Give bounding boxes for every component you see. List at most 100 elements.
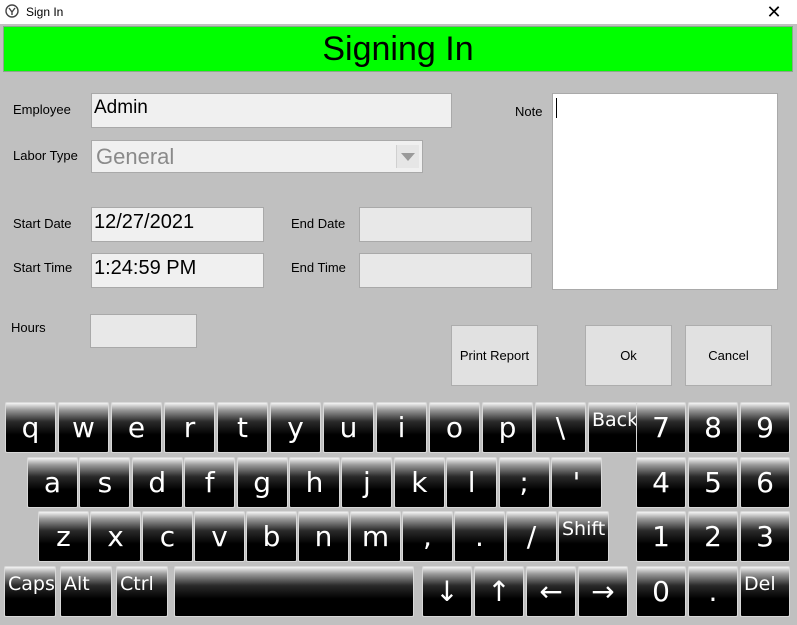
key-g[interactable]: g [236, 457, 288, 508]
ok-button[interactable]: Ok [585, 325, 672, 386]
key-a[interactable]: a [27, 457, 78, 508]
labor-type-label: Labor Type [13, 148, 78, 163]
key-i[interactable]: i [376, 402, 427, 453]
key-m[interactable]: m [350, 511, 401, 562]
app-icon [5, 4, 19, 18]
key-t[interactable]: t [217, 402, 268, 453]
key-1[interactable]: 1 [636, 511, 686, 562]
employee-label: Employee [13, 102, 71, 117]
key-2e[interactable]: . [688, 565, 738, 617]
key-back[interactable]: Back [588, 402, 639, 453]
key-o[interactable]: o [429, 402, 480, 453]
key-2[interactable]: 2 [688, 511, 738, 562]
key-del[interactable]: Del [740, 565, 790, 617]
key-ctrl[interactable]: Ctrl [116, 566, 168, 617]
key-4[interactable]: 4 [636, 456, 686, 508]
key-d[interactable]: d [131, 457, 183, 508]
key-6[interactable]: 6 [740, 456, 790, 508]
key-q[interactable]: q [5, 402, 56, 453]
key-w[interactable]: w [58, 402, 109, 453]
key-2c[interactable]: , [402, 511, 453, 562]
key-label: ' [572, 466, 581, 499]
key-label: 5 [704, 465, 722, 499]
text-caret [556, 98, 557, 118]
key-label: 8 [704, 411, 722, 444]
key-label: f [204, 466, 215, 499]
key-alt[interactable]: Alt [60, 566, 112, 617]
labor-type-select[interactable]: General [91, 140, 423, 173]
key-label: q [21, 411, 40, 444]
key-label: d [148, 466, 167, 499]
key-27[interactable]: ' [551, 457, 602, 508]
key-c[interactable]: c [142, 511, 193, 562]
key-p[interactable]: p [482, 402, 533, 453]
key-label: . [475, 520, 484, 553]
key-caps[interactable]: Caps [4, 566, 56, 617]
key-3[interactable]: 3 [740, 511, 790, 562]
key-label: 2 [704, 520, 722, 553]
key-2e[interactable]: . [454, 511, 505, 562]
cancel-button[interactable]: Cancel [685, 325, 772, 386]
key-2192[interactable]: → [578, 566, 628, 617]
key-label: 4 [652, 465, 670, 499]
key-0[interactable]: 0 [636, 565, 686, 617]
note-textarea[interactable] [552, 93, 778, 290]
key-label: 3 [756, 520, 774, 553]
key-2191[interactable]: ↑ [474, 566, 524, 617]
key-9[interactable]: 9 [740, 402, 790, 453]
key-v[interactable]: v [194, 511, 245, 562]
key-z[interactable]: z [38, 511, 89, 562]
key-n[interactable]: n [298, 511, 349, 562]
key-l[interactable]: l [446, 457, 498, 508]
key-e[interactable]: e [111, 402, 162, 453]
key-h[interactable]: h [289, 457, 340, 508]
key-k[interactable]: k [393, 457, 445, 508]
key-label: / [526, 520, 537, 553]
on-screen-keyboard: q w e r t y u i o p \ Back a s d f g h j k l; ' z x c v b n m,. / Shif… [0, 398, 797, 625]
hours-field[interactable] [90, 314, 197, 348]
print-report-button[interactable]: Print Report [451, 325, 538, 386]
chevron-down-icon[interactable] [396, 145, 419, 168]
key-8[interactable]: 8 [688, 402, 738, 453]
end-date-field[interactable] [359, 207, 532, 242]
key-space[interactable] [174, 566, 414, 617]
key-2190[interactable]: ← [526, 566, 576, 617]
close-button[interactable]: ✕ [751, 0, 797, 24]
key-label: r [183, 411, 196, 444]
key-2f[interactable]: / [506, 511, 557, 562]
key-y[interactable]: y [270, 402, 321, 453]
start-date-field[interactable]: 12/27/2021 [91, 207, 264, 242]
end-time-field[interactable] [359, 253, 532, 288]
key-label: Shift [562, 518, 606, 540]
key-shift[interactable]: Shift [558, 511, 609, 562]
key-5c[interactable]: \ [535, 402, 586, 453]
key-s[interactable]: s [79, 457, 131, 508]
start-time-field[interactable]: 1:24:59 PM [91, 253, 264, 288]
employee-field[interactable]: Admin [91, 93, 452, 128]
key-label: Caps [8, 573, 55, 595]
key-7[interactable]: 7 [636, 402, 686, 453]
key-x[interactable]: x [90, 511, 141, 562]
key-j[interactable]: j [341, 457, 393, 508]
key-label: l [467, 466, 476, 499]
key-label: u [339, 411, 358, 444]
key-label: 6 [756, 465, 774, 499]
start-time-label: Start Time [13, 260, 73, 275]
key-label: s [97, 466, 113, 499]
key-label: w [72, 411, 95, 444]
key-b[interactable]: b [246, 511, 297, 562]
key-label: m [361, 520, 390, 553]
key-label: p [498, 411, 517, 444]
key-r[interactable]: r [164, 402, 215, 453]
end-time-label: End Time [291, 260, 346, 275]
key-3b[interactable]: ; [498, 457, 550, 508]
key-u[interactable]: u [323, 402, 374, 453]
key-5[interactable]: 5 [688, 456, 738, 508]
key-label: j [363, 466, 371, 499]
key-label: a [43, 466, 62, 499]
key-label: 0 [652, 574, 670, 608]
key-label: o [445, 411, 464, 444]
key-f[interactable]: f [184, 457, 236, 508]
key-label: t [237, 411, 248, 444]
key-2193[interactable]: ↓ [422, 566, 472, 617]
